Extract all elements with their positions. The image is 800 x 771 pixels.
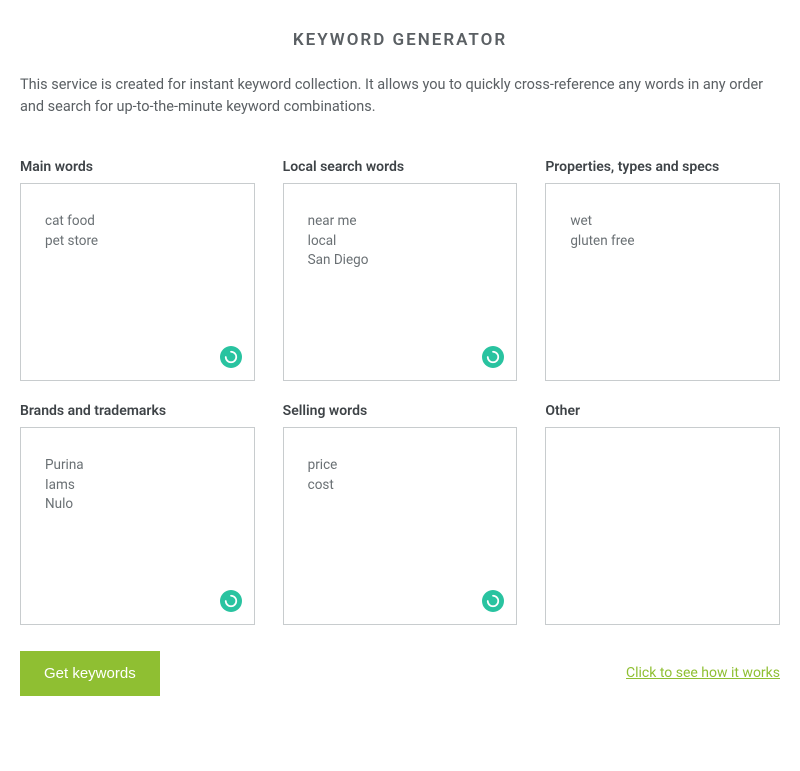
main-words-label: Main words (20, 159, 255, 175)
other-box (545, 427, 780, 625)
cell-main-words: Main words (20, 159, 255, 381)
brands-label: Brands and trademarks (20, 403, 255, 419)
selling-label: Selling words (283, 403, 518, 419)
brands-input[interactable] (21, 428, 254, 624)
cell-selling: Selling words (283, 403, 518, 625)
intro-text: This service is created for instant keyw… (20, 74, 780, 119)
properties-input[interactable] (546, 184, 779, 380)
cell-other: Other (545, 403, 780, 625)
page-title: KEYWORD GENERATOR (20, 30, 780, 50)
local-search-label: Local search words (283, 159, 518, 175)
selling-input[interactable] (284, 428, 517, 624)
cell-properties: Properties, types and specs (545, 159, 780, 381)
footer: Get keywords Click to see how it works (20, 651, 780, 696)
local-search-input[interactable] (284, 184, 517, 380)
cell-brands: Brands and trademarks (20, 403, 255, 625)
properties-box (545, 183, 780, 381)
how-it-works-link[interactable]: Click to see how it works (626, 665, 780, 681)
main-words-box (20, 183, 255, 381)
other-label: Other (545, 403, 780, 419)
other-input[interactable] (546, 428, 779, 624)
properties-label: Properties, types and specs (545, 159, 780, 175)
spinner-icon (220, 346, 242, 368)
cell-local-search: Local search words (283, 159, 518, 381)
main-words-input[interactable] (21, 184, 254, 380)
get-keywords-button[interactable]: Get keywords (20, 651, 160, 696)
brands-box (20, 427, 255, 625)
local-search-box (283, 183, 518, 381)
grid: Main words Local search words Properties… (20, 159, 780, 625)
selling-box (283, 427, 518, 625)
spinner-icon (220, 590, 242, 612)
